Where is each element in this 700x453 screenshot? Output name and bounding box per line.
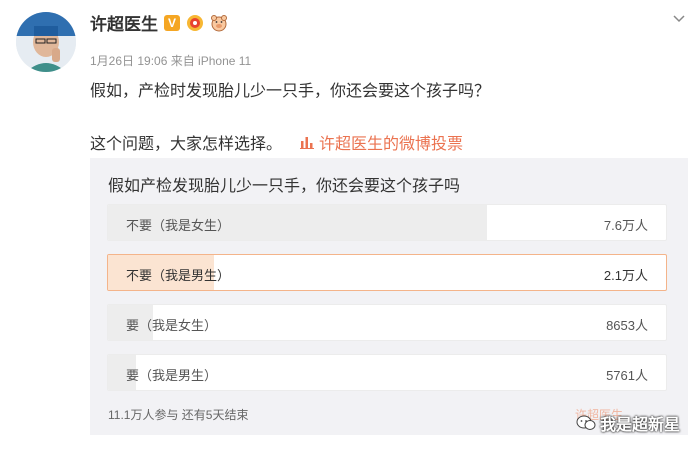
wechat-icon [576,415,596,430]
poll-option-count: 7.6万人 [603,218,648,233]
poll-option-selected[interactable]: 不要（我是男生） 2.1万人 [107,254,667,291]
poll-option[interactable]: 要（我是男生） 5761人 [107,354,667,391]
vote-link[interactable]: 许超医生的微博投票 [300,130,463,154]
pig-icon [211,14,227,31]
poll-option-count: 5761人 [606,368,648,383]
verified-icon: V [164,14,180,31]
post-timestamp[interactable]: 1月26日 19:06 来自 iPhone 11 [90,52,251,69]
poll-option-label: 要（我是女生） [126,318,218,333]
post-text-line2-row: 这个问题，大家怎样选择。 许超医生的微博投票 [90,130,463,154]
medal-icon [187,14,203,31]
bar-chart-icon [300,137,315,149]
chevron-down-icon[interactable] [672,12,686,26]
post-text-line2: 这个问题，大家怎样选择。 [90,136,283,153]
poll-option-count: 2.1万人 [603,268,648,283]
username-text[interactable]: 许超医生 [90,10,158,35]
post-text-line1: 假如，产检时发现胎儿少一只手，你还会要这个孩子吗？ [90,83,491,100]
poll-option-count: 8653人 [606,318,648,333]
watermark-text: 我是超新星 [599,417,680,434]
avatar-image [16,12,76,72]
poll-question: 假如产检发现胎儿少一只手，你还会要这个孩子吗 [108,178,461,195]
vote-link-text[interactable]: 许超医生的微博投票 [319,130,463,154]
post-author[interactable]: 许超医生 V [90,10,228,35]
poll-option-label: 不要（我是男生） [126,268,231,283]
poll-option-label: 不要（我是女生） [126,218,231,233]
poll-footer: 11.1万人参与 还有5天结束 [108,408,249,422]
watermark: 我是超新星 [576,411,680,435]
poll-option[interactable]: 要（我是女生） 8653人 [107,304,667,341]
poll-option-label: 要（我是男生） [126,368,218,383]
avatar[interactable] [16,12,76,72]
poll-card: 假如产检发现胎儿少一只手，你还会要这个孩子吗 不要（我是女生） 7.6万人 不要… [90,158,688,435]
poll-option[interactable]: 不要（我是女生） 7.6万人 [107,204,667,241]
